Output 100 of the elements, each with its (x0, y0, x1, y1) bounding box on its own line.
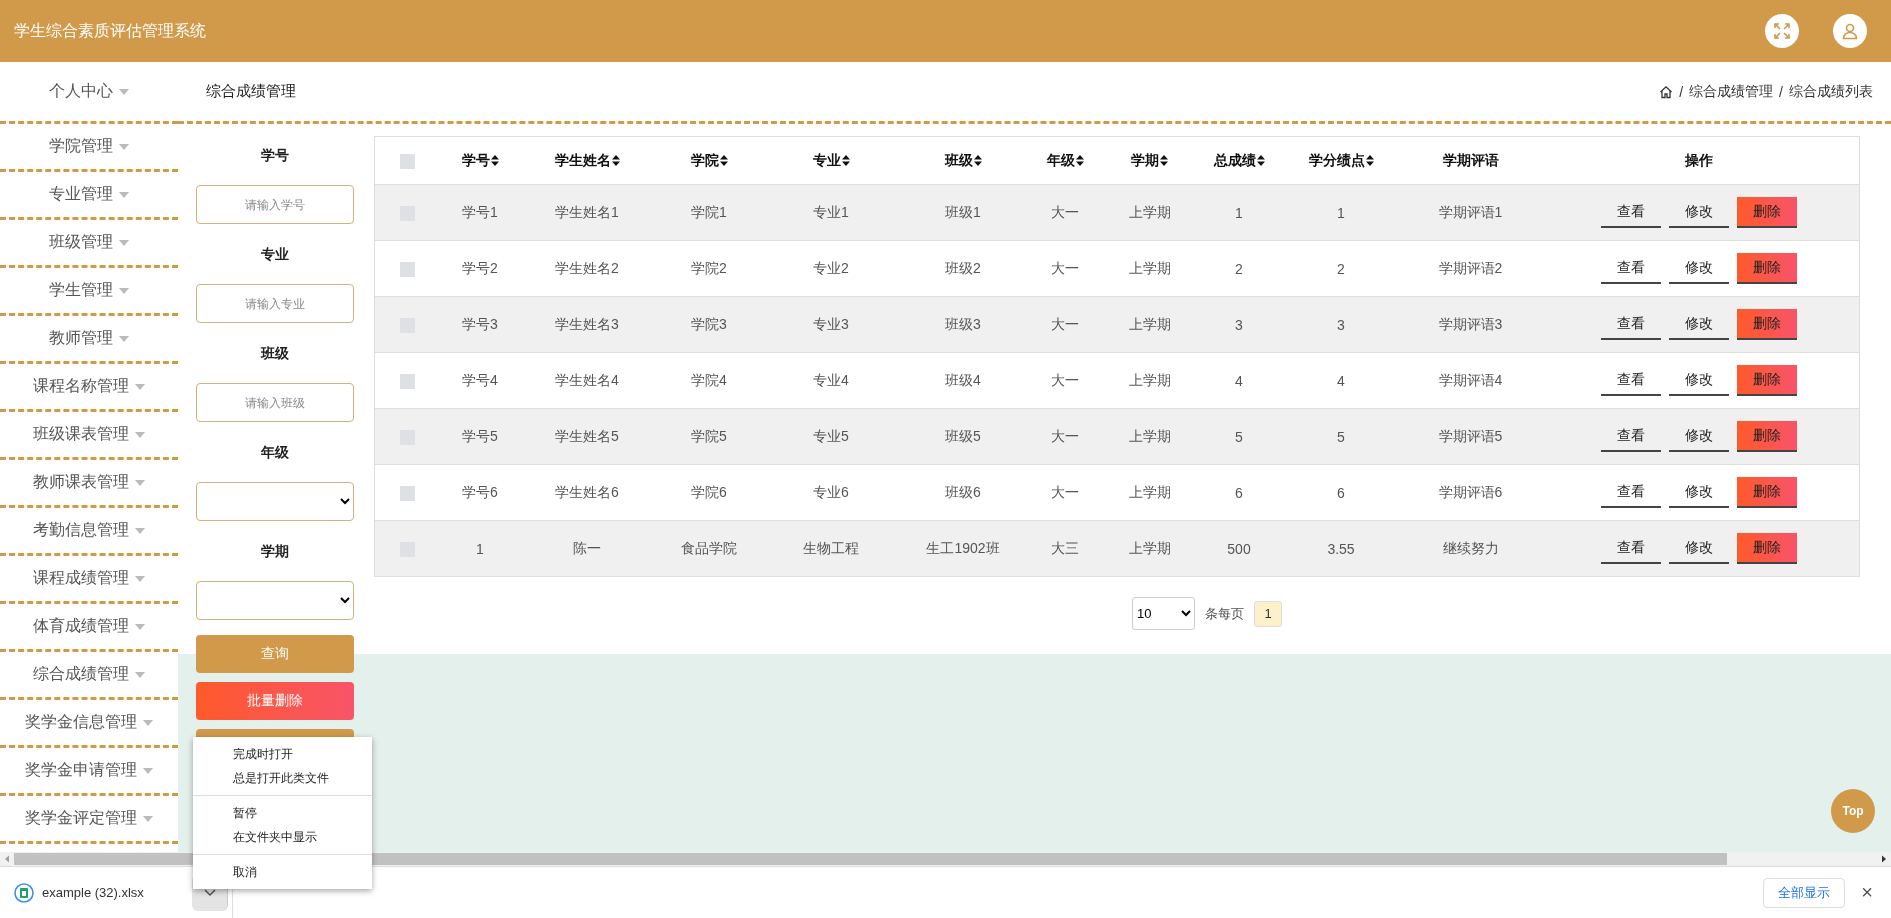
input-field[interactable]: 请输入班级 (196, 383, 354, 422)
edit-button[interactable]: 修改 (1669, 533, 1729, 564)
menu-item[interactable]: 取消 (193, 860, 372, 884)
table-cell: 1 (1235, 204, 1243, 221)
column-header[interactable]: 学生姓名 (554, 151, 611, 168)
page-button[interactable]: 1 (1254, 600, 1282, 627)
sidebar-item[interactable]: 奖学金评定管理 (25, 808, 137, 829)
column-header[interactable]: 学号 (461, 151, 490, 168)
table-cell: 专业3 (813, 315, 849, 332)
table-cell: 学号4 (462, 371, 498, 388)
table-cell: 大一 (1051, 483, 1079, 500)
column-header[interactable]: 总成绩 (1213, 151, 1256, 168)
delete-button[interactable]: 删除 (1737, 309, 1797, 340)
show-all-button[interactable]: 全部显示 (1763, 877, 1846, 908)
edit-button[interactable]: 修改 (1669, 253, 1729, 284)
delete-button[interactable]: 删除 (1737, 533, 1797, 564)
edit-button[interactable]: 修改 (1669, 477, 1729, 508)
table-cell: 500 (1227, 540, 1251, 557)
menu-item[interactable]: 完成时打开 (193, 742, 372, 766)
view-button[interactable]: 查看 (1601, 533, 1661, 564)
menu-item[interactable]: 暂停 (193, 801, 372, 825)
menu-item[interactable]: 在文件夹中显示 (193, 825, 372, 849)
table-cell: 学院6 (691, 483, 727, 500)
table-cell: 学生姓名6 (555, 483, 619, 500)
breadcrumb-link[interactable]: 综合成绩列表 (1789, 82, 1873, 101)
input-field[interactable]: 请输入专业 (196, 284, 354, 323)
delete-button[interactable]: 删除 (1737, 253, 1797, 284)
table-cell: 生物工程 (803, 539, 859, 556)
breadcrumb-separator: / (1679, 83, 1684, 100)
file-name[interactable]: example (32).xlsx (42, 885, 144, 900)
sidebar-item[interactable]: 课程名称管理 (33, 376, 129, 397)
sidebar-item[interactable]: 考勤信息管理 (33, 520, 129, 541)
table-cell: 学号3 (462, 315, 498, 332)
table-cell: 5 (1235, 428, 1243, 445)
close-button[interactable]: × (1857, 881, 1877, 904)
page-size-select[interactable]: 10 (1132, 597, 1195, 630)
field-label: 学期 (260, 542, 290, 561)
edit-button[interactable]: 修改 (1669, 309, 1729, 340)
delete-button[interactable]: 删除 (1737, 365, 1797, 396)
view-button[interactable]: 查看 (1601, 197, 1661, 228)
view-button[interactable]: 查看 (1601, 253, 1661, 284)
column-header[interactable]: 学院 (690, 151, 719, 168)
table-cell: 陈一 (573, 539, 601, 556)
table-cell: 学院5 (691, 427, 727, 444)
page-size-label: 条每页 (1205, 604, 1244, 623)
table-cell: 3.55 (1327, 540, 1355, 557)
table-cell: 4 (1337, 372, 1345, 389)
table-cell: 上学期 (1128, 259, 1171, 276)
edit-button[interactable]: 修改 (1669, 365, 1729, 396)
sidebar-item[interactable]: 个人中心 (49, 81, 113, 102)
edit-button[interactable]: 修改 (1669, 197, 1729, 228)
sidebar-item[interactable]: 专业管理 (49, 184, 113, 205)
table-cell: 4 (1235, 372, 1243, 389)
menu-item[interactable]: 总是打开此类文件 (193, 766, 372, 790)
table-cell: 学期评语3 (1438, 315, 1503, 332)
sidebar-item[interactable]: 班级管理 (49, 232, 113, 253)
sidebar-item[interactable]: 教师课表管理 (33, 472, 129, 493)
table-cell: 专业4 (813, 371, 849, 388)
view-button[interactable]: 查看 (1601, 477, 1661, 508)
input-field[interactable]: 请输入学号 (196, 185, 354, 224)
column-header[interactable]: 年级 (1046, 151, 1075, 168)
field-label: 年级 (260, 443, 290, 462)
column-header[interactable]: 学分绩点 (1308, 151, 1365, 168)
sidebar-item[interactable]: 教师管理 (49, 328, 113, 349)
breadcrumb-separator: / (1779, 83, 1783, 100)
breadcrumb-link[interactable]: 综合成绩管理 (1689, 82, 1774, 101)
sidebar-item[interactable]: 课程成绩管理 (33, 568, 129, 589)
sidebar-item[interactable]: 学生管理 (49, 280, 113, 301)
table-cell: 大一 (1051, 203, 1079, 220)
sidebar-item[interactable]: 综合成绩管理 (33, 664, 129, 685)
table-cell: 学期评语1 (1438, 203, 1503, 220)
table-cell: 学生姓名1 (555, 203, 619, 220)
table-cell: 2 (1235, 260, 1243, 277)
sidebar-item[interactable]: 体育成绩管理 (33, 616, 129, 637)
table-cell: 1 (476, 540, 484, 557)
table-cell: 学生姓名5 (555, 427, 619, 444)
sidebar-item[interactable]: 学院管理 (49, 136, 113, 157)
table-cell: 6 (1235, 484, 1243, 501)
field-label: 班级 (259, 344, 290, 363)
column-header: 学期评语 (1442, 151, 1499, 168)
sidebar-item[interactable]: 班级课表管理 (33, 424, 129, 445)
edit-button[interactable]: 修改 (1669, 421, 1729, 452)
table-cell: 学期评语2 (1438, 259, 1503, 276)
column-header[interactable]: 学期 (1131, 151, 1159, 168)
delete-button[interactable]: 删除 (1737, 421, 1797, 452)
view-button[interactable]: 查看 (1601, 309, 1661, 340)
delete-button[interactable]: 删除 (1737, 477, 1797, 508)
column-header[interactable]: 专业 (812, 151, 841, 168)
sidebar-item[interactable]: 奖学金信息管理 (25, 712, 137, 733)
column-header: 操作 (1685, 151, 1713, 168)
table-cell: 1 (1337, 204, 1345, 221)
table-cell: 食品学院 (681, 539, 737, 556)
view-button[interactable]: 查看 (1601, 421, 1661, 452)
delete-button[interactable]: 删除 (1737, 197, 1797, 228)
table-cell: 大一 (1051, 315, 1079, 332)
table-cell: 学院1 (691, 203, 727, 220)
column-header[interactable]: 班级 (944, 151, 973, 168)
table-cell: 学生姓名4 (555, 371, 619, 388)
sidebar-item[interactable]: 奖学金申请管理 (25, 760, 137, 781)
view-button[interactable]: 查看 (1601, 365, 1661, 396)
